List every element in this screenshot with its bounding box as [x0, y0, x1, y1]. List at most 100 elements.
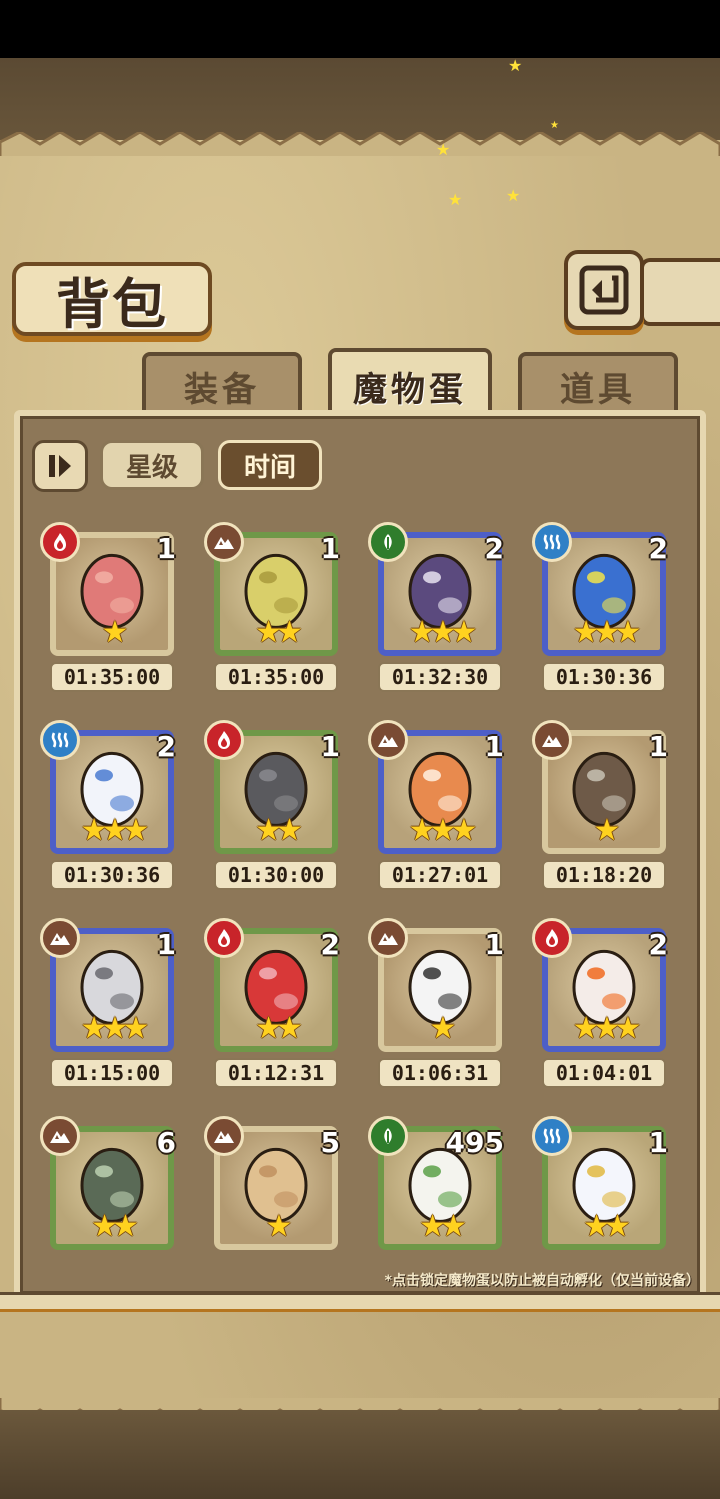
egg-card[interactable]: ★★★ 2: [532, 522, 672, 666]
egg-count: 2: [648, 532, 668, 565]
earth-icon: [40, 918, 80, 958]
egg-card[interactable]: ★★ 6: [40, 1116, 180, 1260]
egg-card[interactable]: ★ 1: [532, 720, 672, 864]
star-rating: ★★★: [408, 813, 478, 848]
sparkle-icon: ★: [448, 190, 463, 209]
tab-monster-eggs-label: 魔物蛋: [353, 369, 467, 410]
star-rating: ★★: [91, 1209, 139, 1244]
earth-icon: [204, 1116, 244, 1156]
egg-count: 495: [445, 1126, 504, 1159]
water-icon: [40, 720, 80, 760]
star-rating: ★★: [255, 813, 303, 848]
fire-icon: [40, 522, 80, 562]
sparkle-icon: ★: [550, 120, 559, 131]
star-rating: ★: [101, 615, 129, 650]
water-icon: [532, 522, 572, 562]
star-rating: ★★: [583, 1209, 631, 1244]
hatch-timer: 01:35:00: [214, 662, 338, 692]
tab-equipment[interactable]: 装备: [142, 352, 302, 416]
star-rating: ★★★: [572, 1011, 642, 1046]
star-rating: ★★★: [80, 1011, 150, 1046]
hatch-timer: 01:32:30: [378, 662, 502, 692]
egg-count: 1: [320, 532, 340, 565]
hatch-timer: 01:27:01: [378, 860, 502, 890]
tab-items-label: 道具: [560, 369, 636, 410]
tab-items[interactable]: 道具: [518, 352, 678, 416]
star-rating: ★: [593, 813, 621, 848]
inventory-panel-footer: [0, 1292, 720, 1312]
hatch-timer: 01:30:36: [542, 662, 666, 692]
sort-by-star-button[interactable]: 星级: [100, 440, 204, 490]
hatch-timer: 01:35:00: [50, 662, 174, 692]
page-title: 背包: [56, 271, 168, 336]
back-button-rail: [640, 258, 720, 326]
nature-icon: [368, 1116, 408, 1156]
egg-card[interactable]: ★★★ 2: [532, 918, 672, 1062]
egg-count: 5: [320, 1126, 340, 1159]
egg-count: 1: [156, 532, 176, 565]
pause-play-icon: [49, 455, 71, 477]
fire-icon: [204, 918, 244, 958]
star-rating: ★★★: [572, 615, 642, 650]
star-rating: ★★: [419, 1209, 467, 1244]
egg-card[interactable]: ★★★ 1: [40, 918, 180, 1062]
egg-card[interactable]: ★ 5: [204, 1116, 344, 1260]
egg-count: 1: [648, 730, 668, 763]
star-rating: ★★: [255, 1011, 303, 1046]
egg-count: 1: [484, 730, 504, 763]
egg-count: 1: [484, 928, 504, 961]
egg-card[interactable]: ★★ 495: [368, 1116, 508, 1260]
earth-icon: [532, 720, 572, 760]
sparkle-icon: ★: [506, 186, 521, 205]
egg-card[interactable]: ★ 1: [40, 522, 180, 666]
hatch-timer: 01:30:00: [214, 860, 338, 890]
egg-count: 1: [648, 1126, 668, 1159]
page-title-plate: 背包: [12, 262, 212, 336]
sort-by-time-button[interactable]: 时间: [218, 440, 322, 490]
hatch-timer: 01:18:20: [542, 860, 666, 890]
egg-card[interactable]: ★★★ 1: [368, 720, 508, 864]
hatch-timer: 01:30:36: [50, 860, 174, 890]
tab-equipment-label: 装备: [184, 369, 260, 410]
star-rating: ★: [265, 1209, 293, 1244]
egg-count: 2: [156, 730, 176, 763]
hatch-timer: 01:06:31: [378, 1058, 502, 1088]
fire-icon: [204, 720, 244, 760]
sparkle-icon: ★: [436, 140, 451, 159]
lock-hint-text: *点击锁定魔物蛋以防止被自动孵化（仅当前设备）: [384, 1273, 700, 1289]
water-icon: [532, 1116, 572, 1156]
star-rating: ★★★: [408, 615, 478, 650]
app-root: ★ ★ ★ ★ ★ 背包 装备 魔物蛋 道具 星级 时间 *点击锁定魔物蛋以防止…: [0, 0, 720, 1499]
hatch-timer: 01:15:00: [50, 1058, 174, 1088]
egg-count: 1: [156, 928, 176, 961]
pause-hatching-button[interactable]: [32, 440, 88, 492]
fire-icon: [532, 918, 572, 958]
zigzag-divider-top: [0, 132, 720, 156]
egg-card[interactable]: ★★★ 2: [40, 720, 180, 864]
earth-icon: [368, 918, 408, 958]
egg-card[interactable]: ★★ 1: [204, 720, 344, 864]
earth-icon: [204, 522, 244, 562]
hatch-timer: 01:04:01: [542, 1058, 666, 1088]
egg-count: 1: [320, 730, 340, 763]
sparkle-icon: ★: [508, 56, 523, 75]
earth-icon: [40, 1116, 80, 1156]
egg-card[interactable]: ★★ 2: [204, 918, 344, 1062]
star-rating: ★: [429, 1011, 457, 1046]
nature-icon: [368, 522, 408, 562]
hatch-timer: 01:12:31: [214, 1058, 338, 1088]
bottom-map-strip: [0, 1410, 720, 1499]
egg-card[interactable]: ★★★ 2: [368, 522, 508, 666]
return-arrow-icon: [579, 265, 629, 315]
star-rating: ★★★: [80, 813, 150, 848]
egg-count: 6: [156, 1126, 176, 1159]
back-button[interactable]: [564, 250, 644, 330]
star-rating: ★★: [255, 615, 303, 650]
egg-card[interactable]: ★★ 1: [204, 522, 344, 666]
egg-count: 2: [484, 532, 504, 565]
earth-icon: [368, 720, 408, 760]
egg-count: 2: [320, 928, 340, 961]
egg-count: 2: [648, 928, 668, 961]
egg-card[interactable]: ★★ 1: [532, 1116, 672, 1260]
egg-card[interactable]: ★ 1: [368, 918, 508, 1062]
